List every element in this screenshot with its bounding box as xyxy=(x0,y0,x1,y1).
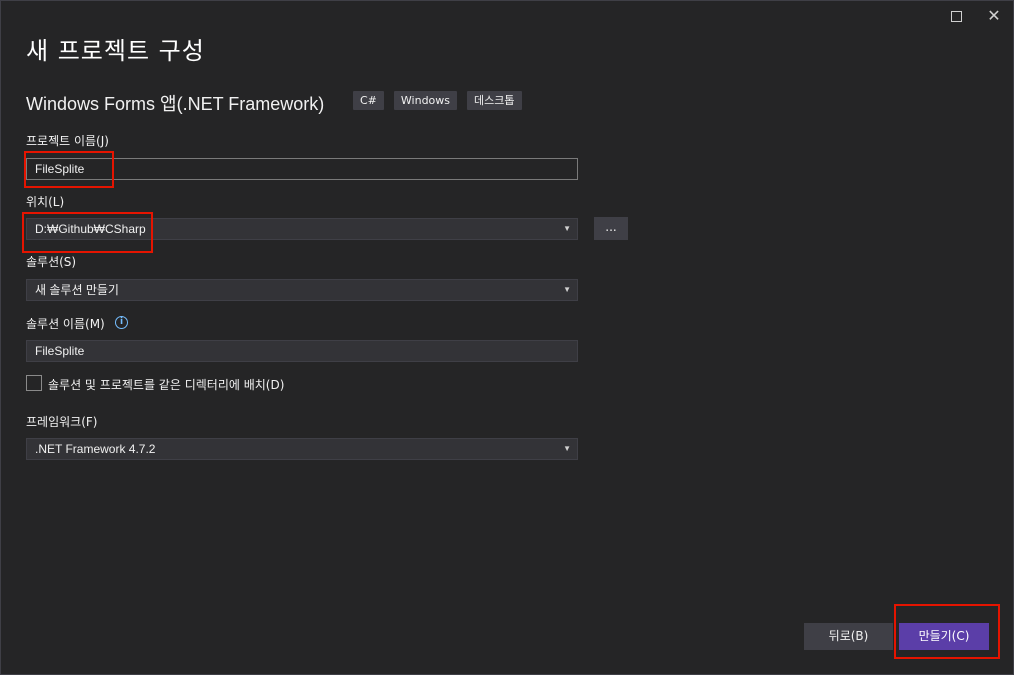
location-combobox[interactable]: D:₩Github₩CSharp ▼ xyxy=(26,218,578,240)
solution-name-value: FileSplite xyxy=(35,344,85,358)
create-button[interactable]: 만들기(C) xyxy=(899,623,989,650)
project-name-value: FileSplite xyxy=(35,162,85,176)
tag-project-type: 데스크톱 xyxy=(467,91,522,110)
dialog-window: ✕ 새 프로젝트 구성 Windows Forms 앱(.NET Framewo… xyxy=(0,0,1014,675)
solution-dropdown[interactable]: 새 솔루션 만들기 ▼ xyxy=(26,279,578,301)
info-icon[interactable]: i xyxy=(115,316,128,329)
page-title: 새 프로젝트 구성 xyxy=(26,37,205,65)
location-value: D:₩Github₩CSharp xyxy=(35,222,146,236)
location-label: 위치(L) xyxy=(26,195,65,209)
close-icon[interactable]: ✕ xyxy=(981,5,1007,27)
solution-name-input[interactable]: FileSplite xyxy=(26,340,578,362)
solution-value: 새 솔루션 만들기 xyxy=(35,283,119,297)
chevron-down-icon: ▼ xyxy=(563,285,571,294)
framework-value: .NET Framework 4.7.2 xyxy=(35,442,156,456)
framework-label: 프레임워크(F) xyxy=(26,415,98,429)
solution-label: 솔루션(S) xyxy=(26,255,77,269)
back-button[interactable]: 뒤로(B) xyxy=(804,623,893,650)
browse-button[interactable]: ... xyxy=(594,217,628,240)
project-name-label: 프로젝트 이름(J) xyxy=(26,134,109,148)
template-tags: C# Windows 데스크톱 xyxy=(353,91,522,110)
solution-name-label: 솔루션 이름(M) xyxy=(26,317,105,331)
maximize-icon[interactable] xyxy=(943,5,969,27)
template-name: Windows Forms 앱(.NET Framework) xyxy=(26,94,325,114)
chevron-down-icon: ▼ xyxy=(563,224,571,233)
framework-dropdown[interactable]: .NET Framework 4.7.2 ▼ xyxy=(26,438,578,460)
chevron-down-icon: ▼ xyxy=(563,444,571,453)
tag-platform: Windows xyxy=(393,91,458,110)
same-directory-checkbox[interactable] xyxy=(26,375,42,391)
same-directory-label[interactable]: 솔루션 및 프로젝트를 같은 디렉터리에 배치(D) xyxy=(48,376,284,393)
tag-language: C# xyxy=(353,91,384,110)
project-name-input[interactable]: FileSplite xyxy=(26,158,578,180)
